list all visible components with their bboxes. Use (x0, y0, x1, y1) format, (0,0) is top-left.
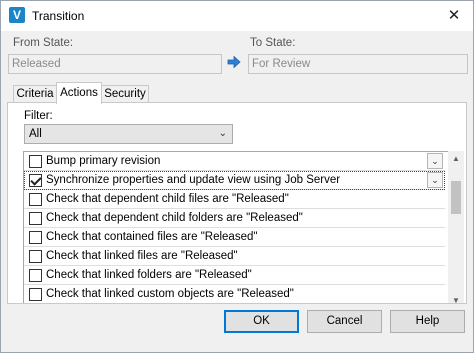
filter-dropdown[interactable]: All ⌄ (24, 124, 233, 144)
list-item[interactable]: Check that linked files are "Released" (24, 247, 445, 266)
chevron-down-icon: ⌄ (218, 128, 227, 139)
scroll-thumb[interactable] (451, 181, 461, 214)
list-scrollbar[interactable]: ▲ ▼ (448, 151, 464, 303)
action-checkbox[interactable] (29, 269, 42, 282)
from-state-label: From State: (13, 37, 74, 49)
ok-button[interactable]: OK (224, 310, 299, 333)
list-item[interactable]: Check that dependent child folders are "… (24, 209, 445, 228)
action-label: Check that linked folders are "Released" (46, 269, 252, 281)
action-checkbox[interactable] (29, 250, 42, 263)
actions-panel: Filter: All ⌄ Bump primary revision ⌄ Sy… (7, 102, 467, 304)
action-checkbox[interactable] (29, 288, 42, 301)
list-item[interactable]: Check that dependent child files are "Re… (24, 190, 445, 209)
list-item[interactable]: Synchronize properties and update view u… (24, 171, 445, 190)
list-item[interactable]: Check that linked custom objects are "Re… (24, 285, 445, 303)
cancel-button[interactable]: Cancel (307, 310, 382, 333)
tab-security[interactable]: Security (101, 85, 149, 103)
vault-app-icon: V (9, 7, 25, 23)
action-label: Check that dependent child files are "Re… (46, 193, 289, 205)
list-item[interactable]: Check that linked folders are "Released" (24, 266, 445, 285)
action-label: Bump primary revision (46, 155, 161, 167)
action-checkbox[interactable] (29, 231, 42, 244)
to-state-label: To State: (250, 37, 296, 49)
action-label: Check that linked custom objects are "Re… (46, 288, 294, 300)
list-item[interactable]: Bump primary revision ⌄ (24, 152, 445, 171)
chevron-down-icon[interactable]: ⌄ (427, 153, 443, 169)
filter-label: Filter: (24, 110, 53, 122)
chevron-down-icon[interactable]: ⌄ (427, 172, 443, 188)
help-button[interactable]: Help (390, 310, 465, 333)
title-bar: V Transition ✕ (1, 1, 473, 31)
action-checkbox[interactable] (29, 212, 42, 225)
to-state-field: For Review (248, 54, 468, 74)
scroll-down-icon[interactable]: ▼ (448, 293, 464, 303)
list-item[interactable]: Check that contained files are "Released… (24, 228, 445, 247)
action-checkbox[interactable] (29, 193, 42, 206)
close-button[interactable]: ✕ (435, 1, 473, 31)
scroll-up-icon[interactable]: ▲ (448, 151, 464, 167)
tab-actions[interactable]: Actions (56, 82, 102, 104)
action-label: Check that contained files are "Released… (46, 231, 258, 243)
transition-dialog: V Transition ✕ From State: Released To S… (0, 0, 474, 353)
action-label: Check that dependent child folders are "… (46, 212, 303, 224)
right-arrow-icon (227, 55, 241, 69)
actions-list: Bump primary revision ⌄ Synchronize prop… (23, 151, 450, 303)
tab-criteria[interactable]: Criteria (13, 85, 57, 103)
filter-value: All (29, 128, 42, 140)
action-label: Synchronize properties and update view u… (46, 174, 341, 186)
action-checkbox[interactable] (29, 174, 42, 187)
action-label: Check that linked files are "Released" (46, 250, 238, 262)
window-title: Transition (32, 9, 85, 23)
from-state-field: Released (8, 54, 222, 74)
action-checkbox[interactable] (29, 155, 42, 168)
